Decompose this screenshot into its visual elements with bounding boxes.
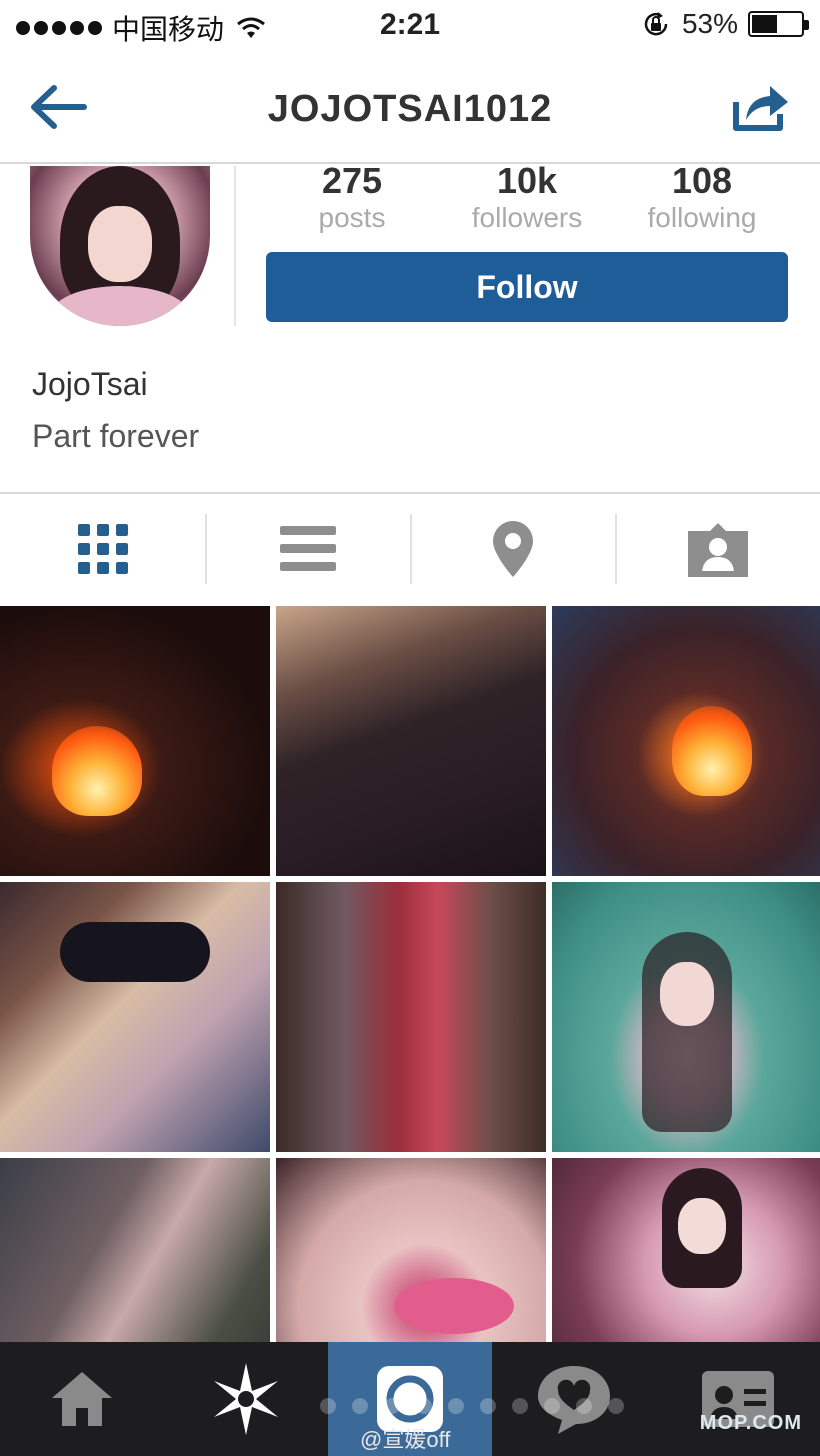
photo-thumbnail[interactable]: [552, 1158, 820, 1346]
share-icon[interactable]: [730, 80, 790, 134]
photo-thumbnail[interactable]: [552, 606, 820, 876]
photo-grid: [0, 606, 820, 1346]
photo-thumbnail[interactable]: [0, 606, 270, 876]
stat-posts[interactable]: 275 posts: [264, 160, 440, 234]
following-label: following: [647, 202, 757, 233]
page-title: JOJOTSAI1012: [267, 88, 553, 130]
posts-label: posts: [318, 202, 386, 233]
page-indicator: [320, 1398, 624, 1414]
divider: [234, 166, 236, 326]
view-tabs: [0, 492, 820, 604]
profile-header: 275 posts 10k followers 108 following Fo…: [0, 160, 820, 492]
tab-explore[interactable]: [164, 1342, 328, 1456]
tab-location[interactable]: [410, 494, 615, 604]
followers-count: 10k: [496, 160, 558, 201]
list-icon: [279, 526, 336, 571]
bio: Part forever: [32, 418, 200, 454]
photo-thumbnail[interactable]: [276, 882, 546, 1152]
battery-fill: [752, 15, 777, 33]
grid-icon: [77, 524, 128, 574]
photo-thumbnail[interactable]: [0, 1158, 270, 1346]
avatar[interactable]: [30, 166, 210, 326]
status-right: 53%: [642, 8, 809, 40]
full-name: JojoTsai: [32, 366, 148, 402]
status-bar: 中国移动 2:21 53%: [0, 0, 820, 52]
stat-following[interactable]: 108 following: [614, 160, 790, 234]
explore-star-icon: [214, 1363, 278, 1435]
tagged-person-icon: [687, 523, 748, 577]
rotation-lock-icon: [644, 12, 668, 36]
tab-home[interactable]: [0, 1342, 164, 1456]
posts-count: 275: [321, 160, 383, 201]
home-icon: [52, 1372, 112, 1426]
tab-grid[interactable]: [0, 494, 205, 604]
photo-thumbnail[interactable]: [276, 606, 546, 876]
following-count: 108: [671, 160, 733, 201]
nav-bar: JOJOTSAI1012: [0, 52, 820, 164]
tab-list[interactable]: [205, 494, 410, 604]
photo-thumbnail[interactable]: [0, 882, 270, 1152]
tab-profile[interactable]: [656, 1342, 820, 1456]
location-pin-icon: [492, 521, 533, 577]
stat-followers[interactable]: 10k followers: [439, 160, 615, 234]
battery-icon: [748, 11, 809, 37]
follow-button[interactable]: Follow: [266, 252, 788, 322]
site-watermark: MOP.COM: [699, 1412, 802, 1434]
tab-tagged[interactable]: [615, 494, 820, 604]
weibo-watermark: @宣媛off: [360, 1427, 451, 1452]
photo-thumbnail[interactable]: [276, 1158, 546, 1346]
photo-thumbnail[interactable]: [552, 882, 820, 1152]
battery-percent: 53%: [681, 8, 738, 39]
followers-label: followers: [471, 202, 583, 233]
